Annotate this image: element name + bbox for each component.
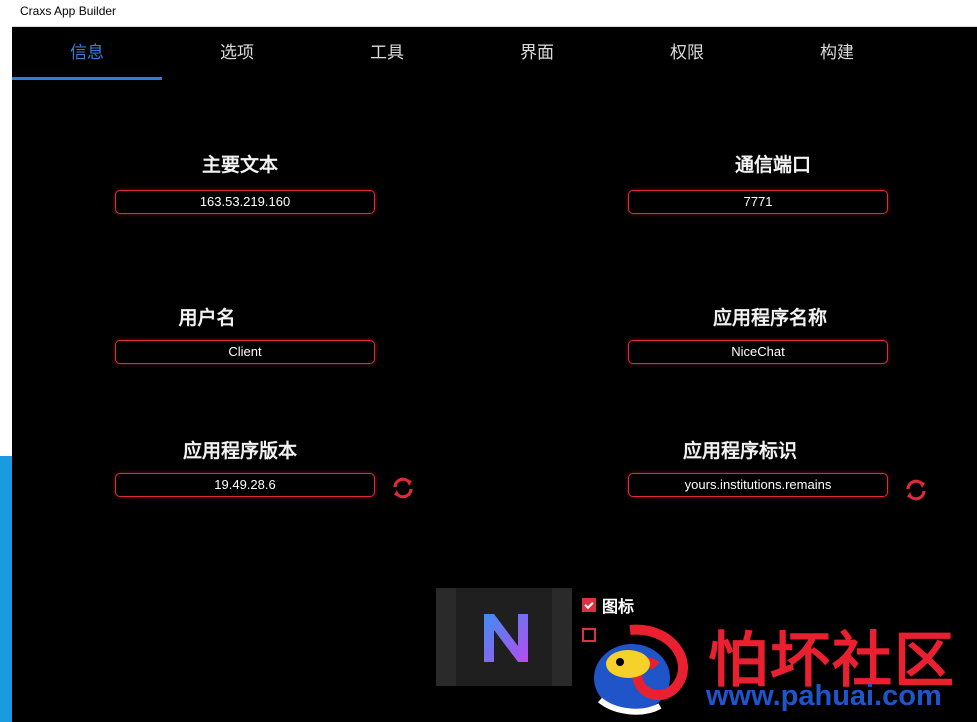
app-version-label: 应用程序版本 — [182, 440, 297, 462]
tab-build[interactable]: 构建 — [762, 26, 912, 80]
watermark-url: www.pahuai.com — [706, 680, 942, 712]
app-version-input[interactable]: 19.49.28.6 — [115, 473, 375, 497]
app-name-input[interactable]: NiceChat — [628, 340, 888, 364]
host-input[interactable]: 163.53.219.160 — [115, 190, 375, 214]
app-id-label: 应用程序标识 — [682, 440, 797, 462]
app-logo-icon — [484, 614, 528, 662]
title-bar: Craxs App Builder — [0, 0, 977, 27]
tab-permissions[interactable]: 权限 — [612, 26, 762, 80]
window-title: Craxs App Builder — [20, 4, 117, 18]
app-icon-preview[interactable] — [436, 588, 572, 686]
app-id-input[interactable]: yours.institutions.remains — [628, 473, 888, 497]
watermark: 怕坏社区 www.pahuai.com — [590, 612, 977, 722]
app-icon-frame — [456, 588, 552, 686]
port-input[interactable]: 7771 — [628, 190, 888, 214]
port-label: 通信端口 — [734, 154, 811, 176]
refresh-id-icon[interactable] — [904, 478, 928, 502]
username-input[interactable]: Client — [115, 340, 375, 364]
tab-interface[interactable]: 界面 — [462, 26, 612, 80]
username-label: 用户名 — [178, 307, 236, 329]
refresh-version-icon[interactable] — [391, 476, 415, 500]
fish-mascot-icon — [594, 624, 688, 715]
tab-info[interactable]: 信息 — [12, 26, 162, 80]
host-label: 主要文本 — [201, 154, 278, 176]
icon-checkbox[interactable] — [582, 598, 596, 612]
app-name-label: 应用程序名称 — [712, 307, 827, 329]
active-tab-indicator — [12, 77, 162, 80]
tab-tools[interactable]: 工具 — [312, 26, 462, 80]
tab-options[interactable]: 选项 — [162, 26, 312, 80]
left-edge-panel — [0, 26, 12, 456]
left-edge-accent — [0, 456, 12, 722]
tab-bar: 信息 选项 工具 界面 权限 构建 — [12, 26, 977, 84]
